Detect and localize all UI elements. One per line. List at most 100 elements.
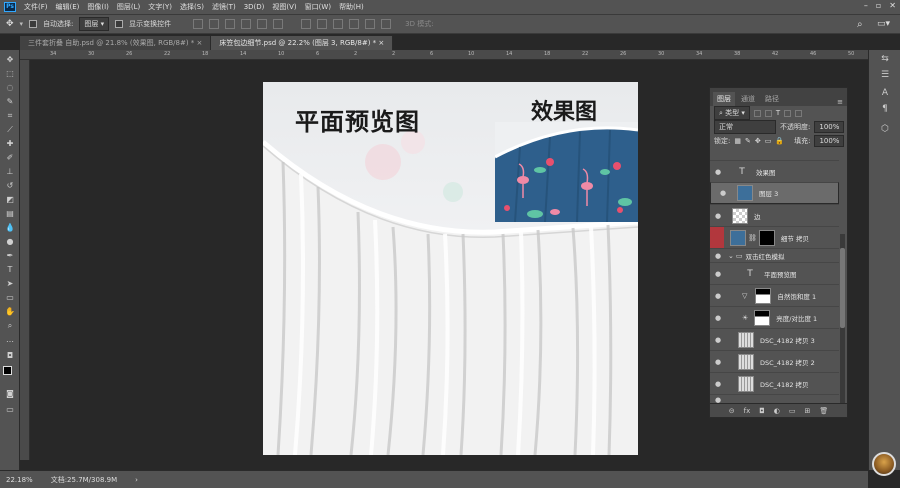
link-layers-icon[interactable]: ⊝	[729, 407, 735, 415]
close-icon[interactable]: ×	[197, 39, 203, 47]
more-tools-icon[interactable]: …	[4, 334, 16, 345]
distribute-middle-icon[interactable]	[317, 19, 328, 29]
visibility-eye-icon[interactable]: ●	[712, 168, 724, 176]
auto-select-dropdown[interactable]: 图层 ▾	[79, 17, 110, 31]
layer-row[interactable]: ● T 效果图	[710, 160, 839, 182]
layer-name[interactable]: DSC_4182 拷贝 3	[760, 335, 815, 345]
layers-scrollbar[interactable]	[840, 234, 845, 404]
foreground-color-swatch[interactable]	[3, 366, 12, 375]
lock-paint-icon[interactable]: ✎	[745, 137, 751, 145]
chevron-down-icon[interactable]: ⌄	[728, 252, 734, 260]
dodge-tool-icon[interactable]: ●	[4, 236, 16, 247]
paragraph-panel-icon[interactable]: ¶	[879, 104, 891, 116]
show-transform-checkbox[interactable]	[115, 20, 124, 28]
align-top-icon[interactable]	[193, 19, 204, 29]
type-tool-icon[interactable]: T	[4, 264, 16, 275]
menu-file[interactable]: 文件(F)	[24, 2, 48, 12]
distribute-left-icon[interactable]	[349, 19, 360, 29]
auto-select-checkbox[interactable]	[29, 20, 38, 28]
visibility-eye-icon[interactable]: ●	[712, 380, 724, 388]
zoom-tool-icon[interactable]: ⌕	[4, 320, 16, 331]
filter-adjust-icon[interactable]	[764, 109, 772, 117]
eyedropper-tool-icon[interactable]: ⟋	[4, 124, 16, 135]
visibility-eye-icon[interactable]	[710, 226, 724, 249]
menu-help[interactable]: 帮助(H)	[339, 2, 364, 12]
align-bottom-icon[interactable]	[225, 19, 236, 29]
history-brush-tool-icon[interactable]: ↺	[4, 180, 16, 191]
default-colors-icon[interactable]: ◘	[4, 350, 16, 361]
visibility-eye-icon[interactable]: ●	[712, 336, 724, 344]
layer-name[interactable]: 自然饱和度 1	[777, 291, 816, 301]
layer-style-icon[interactable]: fx	[744, 407, 751, 415]
blur-tool-icon[interactable]: 💧	[4, 222, 16, 233]
move-tool-icon[interactable]: ✥	[6, 19, 14, 29]
screen-mode-icon[interactable]: ▭	[4, 404, 16, 415]
group-name[interactable]: 双击红色模拟	[746, 251, 785, 261]
group-row[interactable]: ● ⌄ ▭ 双击红色模拟	[710, 248, 839, 262]
gradient-tool-icon[interactable]: ▤	[4, 208, 16, 219]
visibility-eye-icon[interactable]: ●	[712, 292, 724, 300]
minimize-icon[interactable]: –	[864, 1, 868, 10]
filter-dropdown[interactable]: ⌕ 类型 ▾	[714, 106, 750, 120]
layer-name[interactable]: 图层 3	[759, 188, 778, 198]
layer-name[interactable]: 亮度/对比度 1	[776, 313, 817, 323]
align-center-icon[interactable]	[257, 19, 268, 29]
panel-menu-icon[interactable]: ≡	[837, 98, 843, 106]
history-panel-icon[interactable]: ⇆	[879, 54, 891, 66]
layer-row[interactable]: ● DSC_4182 拷贝 2	[710, 350, 839, 372]
crop-tool-icon[interactable]: ⌗	[4, 110, 16, 121]
tab-document-1[interactable]: 三件套折叠 自助.psd @ 21.8% (效果图, RGB/8#) * ×	[20, 36, 212, 50]
quick-mask-icon[interactable]: ◙	[4, 388, 16, 399]
menu-layer[interactable]: 图层(L)	[117, 2, 140, 12]
visibility-eye-icon[interactable]: ●	[712, 212, 724, 220]
healing-brush-tool-icon[interactable]: ✚	[4, 138, 16, 149]
distribute-top-icon[interactable]	[301, 19, 312, 29]
menu-edit[interactable]: 编辑(E)	[56, 2, 80, 12]
3d-panel-icon[interactable]: ⬡	[879, 124, 891, 136]
add-mask-icon[interactable]: ◘	[759, 407, 765, 415]
lasso-tool-icon[interactable]: ◌	[4, 82, 16, 93]
tab-paths[interactable]: 路径	[761, 92, 783, 106]
clone-stamp-tool-icon[interactable]: ⊥	[4, 166, 16, 177]
blend-mode-dropdown[interactable]: 正常	[714, 120, 776, 134]
adjustment-layer-icon[interactable]: ◐	[774, 407, 780, 415]
menu-view[interactable]: 视图(V)	[272, 2, 296, 12]
align-middle-icon[interactable]	[209, 19, 220, 29]
visibility-eye-icon[interactable]: ●	[712, 270, 724, 278]
close-icon[interactable]: ✕	[889, 1, 896, 10]
menu-select[interactable]: 选择(S)	[180, 2, 204, 12]
adjustments-panel-icon[interactable]: ☰	[879, 70, 891, 82]
scrollbar-thumb[interactable]	[840, 248, 845, 328]
zoom-level[interactable]: 22.18%	[6, 476, 33, 484]
close-icon[interactable]: ×	[378, 39, 384, 47]
doc-size[interactable]: 文档:25.7M/308.9M	[51, 475, 117, 485]
layer-row[interactable]: ● 边	[710, 204, 839, 226]
layer-row-selected[interactable]: ● 图层 3	[710, 182, 839, 204]
menu-filter[interactable]: 滤镜(T)	[212, 2, 236, 12]
lock-transparent-icon[interactable]: ▦	[734, 137, 741, 145]
layer-name[interactable]: DSC_4182 拷贝	[760, 379, 809, 389]
eraser-tool-icon[interactable]: ◩	[4, 194, 16, 205]
lock-move-icon[interactable]: ✥	[755, 137, 761, 145]
filter-shape-icon[interactable]	[784, 109, 792, 117]
distribute-center-icon[interactable]	[365, 19, 376, 29]
search-icon[interactable]: ⌕	[857, 19, 863, 30]
menu-image[interactable]: 图像(I)	[87, 2, 109, 12]
maximize-icon[interactable]: ▫	[876, 1, 881, 10]
status-arrow-icon[interactable]: ›	[135, 476, 138, 484]
layer-name[interactable]: 细节 拷贝	[781, 233, 809, 243]
marquee-tool-icon[interactable]: ⬚	[4, 68, 16, 79]
layer-row[interactable]: ● T 平面预览图	[710, 262, 839, 284]
align-left-icon[interactable]	[241, 19, 252, 29]
filter-type-icon[interactable]: T	[776, 109, 780, 117]
move-tool-icon[interactable]: ✥	[4, 54, 16, 65]
lock-all-icon[interactable]: 🔒	[775, 137, 784, 145]
tab-layers[interactable]: 图层	[713, 92, 735, 106]
visibility-eye-icon[interactable]: ●	[712, 252, 724, 260]
filter-smart-icon[interactable]	[795, 109, 803, 117]
hand-tool-icon[interactable]: ✋	[4, 306, 16, 317]
path-select-tool-icon[interactable]: ➤	[4, 278, 16, 289]
visibility-eye-icon[interactable]: ●	[712, 358, 724, 366]
fill-field[interactable]: 100%	[814, 135, 845, 147]
lock-artboard-icon[interactable]: ▭	[765, 137, 772, 145]
